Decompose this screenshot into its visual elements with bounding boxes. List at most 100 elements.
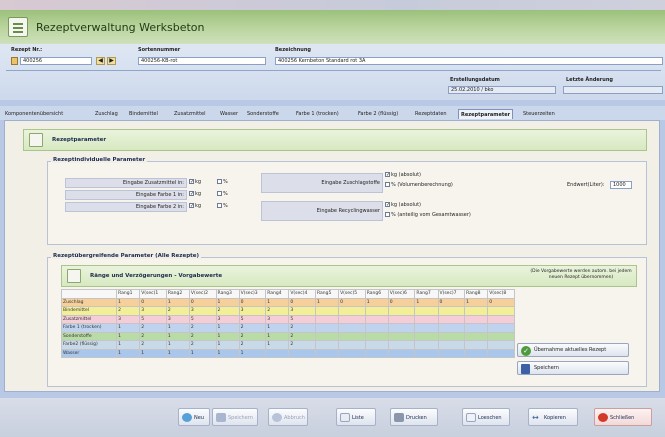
tab-bindemittel[interactable]: Bindemittel <box>127 109 160 119</box>
table-cell[interactable] <box>314 314 340 324</box>
bezeichnung-field[interactable]: 400256 Kernbeton Standard rot 3A <box>275 57 663 65</box>
table-cell[interactable] <box>314 323 340 333</box>
table-cell[interactable]: 1 <box>314 297 340 307</box>
table-cell[interactable] <box>487 331 515 341</box>
next-record-icon[interactable]: ▶ <box>107 57 116 65</box>
table-cell[interactable] <box>387 348 416 358</box>
table-cell[interactable]: 0 <box>188 297 217 307</box>
table-cell[interactable]: 5 <box>238 314 267 324</box>
table-cell[interactable]: 3 <box>139 306 167 316</box>
table-cell[interactable]: 0 <box>139 297 167 307</box>
table-cell[interactable]: 3 <box>265 314 290 324</box>
table-cell[interactable]: 2 <box>139 340 167 350</box>
table-row[interactable]: Farbe2 (flüssig) 1 2 1 2 1 2 1 2 <box>60 340 515 350</box>
tab-farbe1[interactable]: Farbe 1 (trocken) <box>294 109 341 119</box>
abbruch-button[interactable]: Abbruch <box>268 408 308 426</box>
tab-zuschlag[interactable]: Zuschlag <box>93 109 120 119</box>
table-cell[interactable] <box>487 340 515 350</box>
endwert-field[interactable]: 1000 <box>610 181 632 189</box>
table-cell[interactable] <box>314 306 340 316</box>
table-cell[interactable]: 0 <box>437 297 466 307</box>
table-cell[interactable] <box>437 348 466 358</box>
checkbox-icon[interactable]: ✓ <box>385 172 390 178</box>
table-cell[interactable] <box>414 306 439 316</box>
zusatzmittel-percent-option[interactable]: % <box>217 178 228 186</box>
table-cell[interactable]: 1 <box>215 323 240 333</box>
table-cell[interactable]: 2 <box>139 331 167 341</box>
checkbox-icon[interactable]: ✓ <box>189 203 194 209</box>
table-cell[interactable]: 2 <box>188 323 217 333</box>
loeschen-button[interactable]: Loeschen <box>462 408 510 426</box>
table-cell[interactable]: 0 <box>487 297 515 307</box>
table-cell[interactable]: 0 <box>238 297 267 307</box>
table-cell[interactable] <box>338 314 366 324</box>
table-cell[interactable] <box>464 306 489 316</box>
table-cell[interactable] <box>437 331 466 341</box>
table-cell[interactable] <box>364 340 389 350</box>
table-cell[interactable]: 3 <box>165 314 190 324</box>
table-cell[interactable] <box>364 331 389 341</box>
table-cell[interactable]: 0 <box>288 297 316 307</box>
table-cell[interactable]: 2 <box>188 340 217 350</box>
prev-record-icon[interactable]: ◀ <box>96 57 105 65</box>
table-cell[interactable]: 1 <box>116 340 141 350</box>
farbe1-kg-option[interactable]: ✓kg <box>189 190 201 198</box>
table-row[interactable]: Wasser 1 1 1 1 1 1 <box>60 348 515 358</box>
table-cell[interactable]: 1 <box>364 297 389 307</box>
zuschlag-percent-option[interactable]: % (Volumenberechnung) <box>385 181 453 189</box>
table-cell[interactable] <box>265 348 290 358</box>
table-cell[interactable] <box>464 314 489 324</box>
speichern-button[interactable]: Speichern <box>212 408 258 426</box>
table-cell[interactable]: 2 <box>238 323 267 333</box>
table-cell[interactable]: 3 <box>188 306 217 316</box>
table-cell[interactable]: 1 <box>165 340 190 350</box>
tab-wasser[interactable]: Wasser <box>218 109 240 119</box>
table-cell[interactable]: 3 <box>116 314 141 324</box>
table-cell[interactable]: 2 <box>265 306 290 316</box>
table-cell[interactable] <box>437 314 466 324</box>
table-cell[interactable]: 2 <box>215 306 240 316</box>
table-cell[interactable] <box>338 323 366 333</box>
table-cell[interactable] <box>487 306 515 316</box>
tab-komponentenuebersicht[interactable]: Komponentenübersicht <box>3 109 65 119</box>
table-cell[interactable] <box>437 306 466 316</box>
table-cell[interactable] <box>414 348 439 358</box>
table-cell[interactable] <box>464 340 489 350</box>
rezept-nr-field[interactable]: 400256 <box>20 57 92 65</box>
schliessen-button[interactable]: Schließen <box>594 408 652 426</box>
table-cell[interactable] <box>414 323 439 333</box>
table-cell[interactable]: 1 <box>116 323 141 333</box>
table-cell[interactable]: 2 <box>188 331 217 341</box>
table-cell[interactable]: 3 <box>288 306 316 316</box>
table-cell[interactable]: 1 <box>265 340 290 350</box>
table-cell[interactable]: 3 <box>215 314 240 324</box>
table-cell[interactable]: 2 <box>238 340 267 350</box>
table-cell[interactable]: 1 <box>238 348 267 358</box>
table-cell[interactable]: 2 <box>116 306 141 316</box>
table-cell[interactable] <box>288 348 316 358</box>
neu-button[interactable]: Neu <box>178 408 210 426</box>
farbe1-percent-option[interactable]: % <box>217 190 228 198</box>
table-cell[interactable] <box>364 306 389 316</box>
tab-zusatzmittel[interactable]: Zusatzmittel <box>172 109 208 119</box>
table-cell[interactable] <box>364 314 389 324</box>
table-cell[interactable]: 2 <box>238 331 267 341</box>
table-cell[interactable]: 0 <box>387 297 416 307</box>
liste-button[interactable]: Liste <box>336 408 376 426</box>
table-cell[interactable] <box>338 331 366 341</box>
table-cell[interactable]: 5 <box>188 314 217 324</box>
table-cell[interactable]: 2 <box>165 306 190 316</box>
table-cell[interactable] <box>314 340 340 350</box>
table-cell[interactable] <box>314 348 340 358</box>
kopieren-button[interactable]: ↔ Kopieren <box>528 408 578 426</box>
table-cell[interactable]: 5 <box>139 314 167 324</box>
checkbox-icon[interactable]: ✓ <box>189 191 194 197</box>
table-cell[interactable]: 1 <box>139 348 167 358</box>
table-row[interactable]: Bindemittel 2 3 2 3 2 3 2 3 <box>60 306 515 316</box>
table-cell[interactable] <box>338 348 366 358</box>
checkbox-icon[interactable] <box>385 212 390 217</box>
table-cell[interactable]: 1 <box>265 323 290 333</box>
table-cell[interactable] <box>314 331 340 341</box>
table-cell[interactable] <box>487 348 515 358</box>
table-cell[interactable] <box>464 331 489 341</box>
